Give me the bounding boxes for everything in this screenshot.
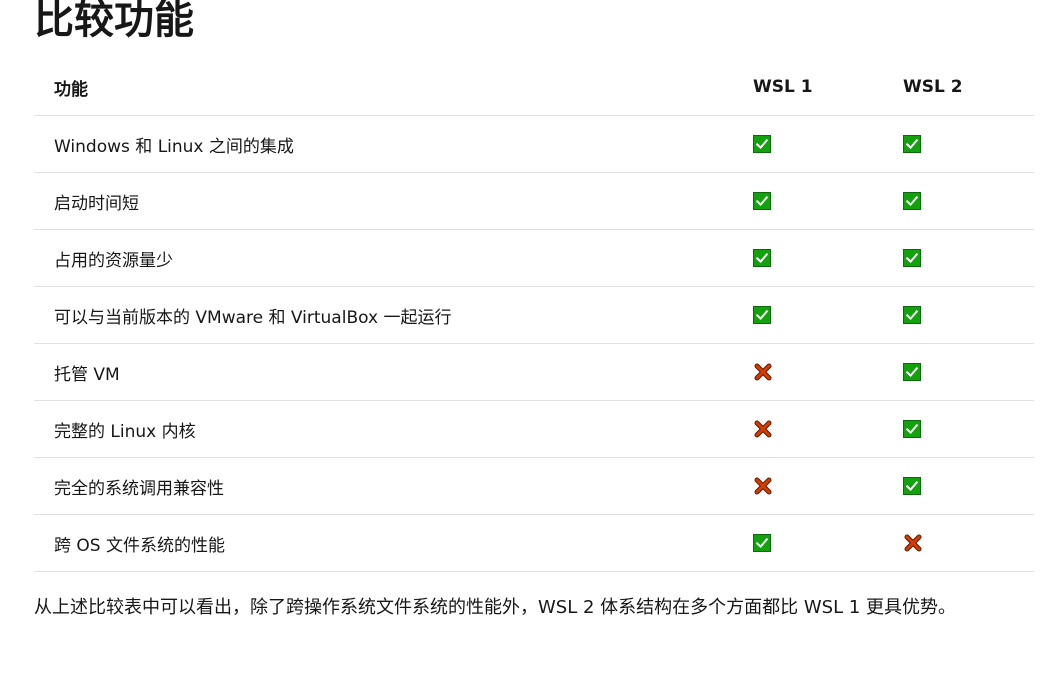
wsl2-support-cell (883, 172, 1034, 230)
summary-paragraph: 从上述比较表中可以看出，除了跨操作系统文件系统的性能外，WSL 2 体系结构在多… (34, 597, 957, 618)
wsl1-support-cell (733, 343, 883, 401)
check-mark-icon (753, 306, 771, 324)
feature-cell: 完全的系统调用兼容性 (34, 457, 733, 515)
table-row: Windows 和 Linux 之间的集成 (34, 115, 1034, 173)
column-header-wsl1: WSL 1 (733, 59, 883, 116)
check-mark-icon (753, 534, 771, 552)
feature-cell: 跨 OS 文件系统的性能 (34, 514, 733, 572)
wsl2-support-cell (883, 514, 1034, 572)
check-mark-icon (903, 135, 921, 153)
wsl1-support-cell (733, 400, 883, 458)
check-mark-icon (903, 477, 921, 495)
feature-cell: 占用的资源量少 (34, 229, 733, 287)
check-mark-icon (903, 306, 921, 324)
table-row: 托管 VM (34, 343, 1034, 401)
feature-cell: Windows 和 Linux 之间的集成 (34, 115, 733, 173)
table-row: 跨 OS 文件系统的性能 (34, 514, 1034, 572)
table-row: 完整的 Linux 内核 (34, 400, 1034, 458)
table-row: 占用的资源量少 (34, 229, 1034, 287)
check-mark-icon (903, 249, 921, 267)
wsl2-support-cell (883, 343, 1034, 401)
wsl1-support-cell (733, 457, 883, 515)
wsl1-support-cell (733, 115, 883, 173)
wsl2-support-cell (883, 400, 1034, 458)
check-mark-icon (903, 192, 921, 210)
cross-mark-icon (903, 533, 923, 553)
column-header-wsl2: WSL 2 (883, 59, 1034, 116)
wsl2-support-cell (883, 115, 1034, 173)
check-mark-icon (753, 135, 771, 153)
feature-cell: 可以与当前版本的 VMware 和 VirtualBox 一起运行 (34, 286, 733, 344)
feature-cell: 完整的 Linux 内核 (34, 400, 733, 458)
wsl1-support-cell (733, 229, 883, 287)
check-mark-icon (903, 363, 921, 381)
feature-cell: 托管 VM (34, 343, 733, 401)
check-mark-icon (903, 420, 921, 438)
check-mark-icon (753, 249, 771, 267)
feature-comparison-table: 功能 WSL 1 WSL 2 Windows 和 Linux 之间的集成 启动时间… (34, 59, 1034, 572)
wsl1-support-cell (733, 514, 883, 572)
cross-mark-icon (753, 476, 773, 496)
column-header-feature: 功能 (34, 59, 733, 116)
page-title: 比较功能 (34, 0, 194, 43)
feature-cell: 启动时间短 (34, 172, 733, 230)
wsl1-support-cell (733, 286, 883, 344)
cross-mark-icon (753, 362, 773, 382)
wsl2-support-cell (883, 286, 1034, 344)
check-mark-icon (753, 192, 771, 210)
table-row: 可以与当前版本的 VMware 和 VirtualBox 一起运行 (34, 286, 1034, 344)
table-row: 完全的系统调用兼容性 (34, 457, 1034, 515)
table-row: 启动时间短 (34, 172, 1034, 230)
table-header-row: 功能 WSL 1 WSL 2 (34, 59, 1034, 116)
wsl2-support-cell (883, 457, 1034, 515)
wsl2-support-cell (883, 229, 1034, 287)
wsl1-support-cell (733, 172, 883, 230)
cross-mark-icon (753, 419, 773, 439)
